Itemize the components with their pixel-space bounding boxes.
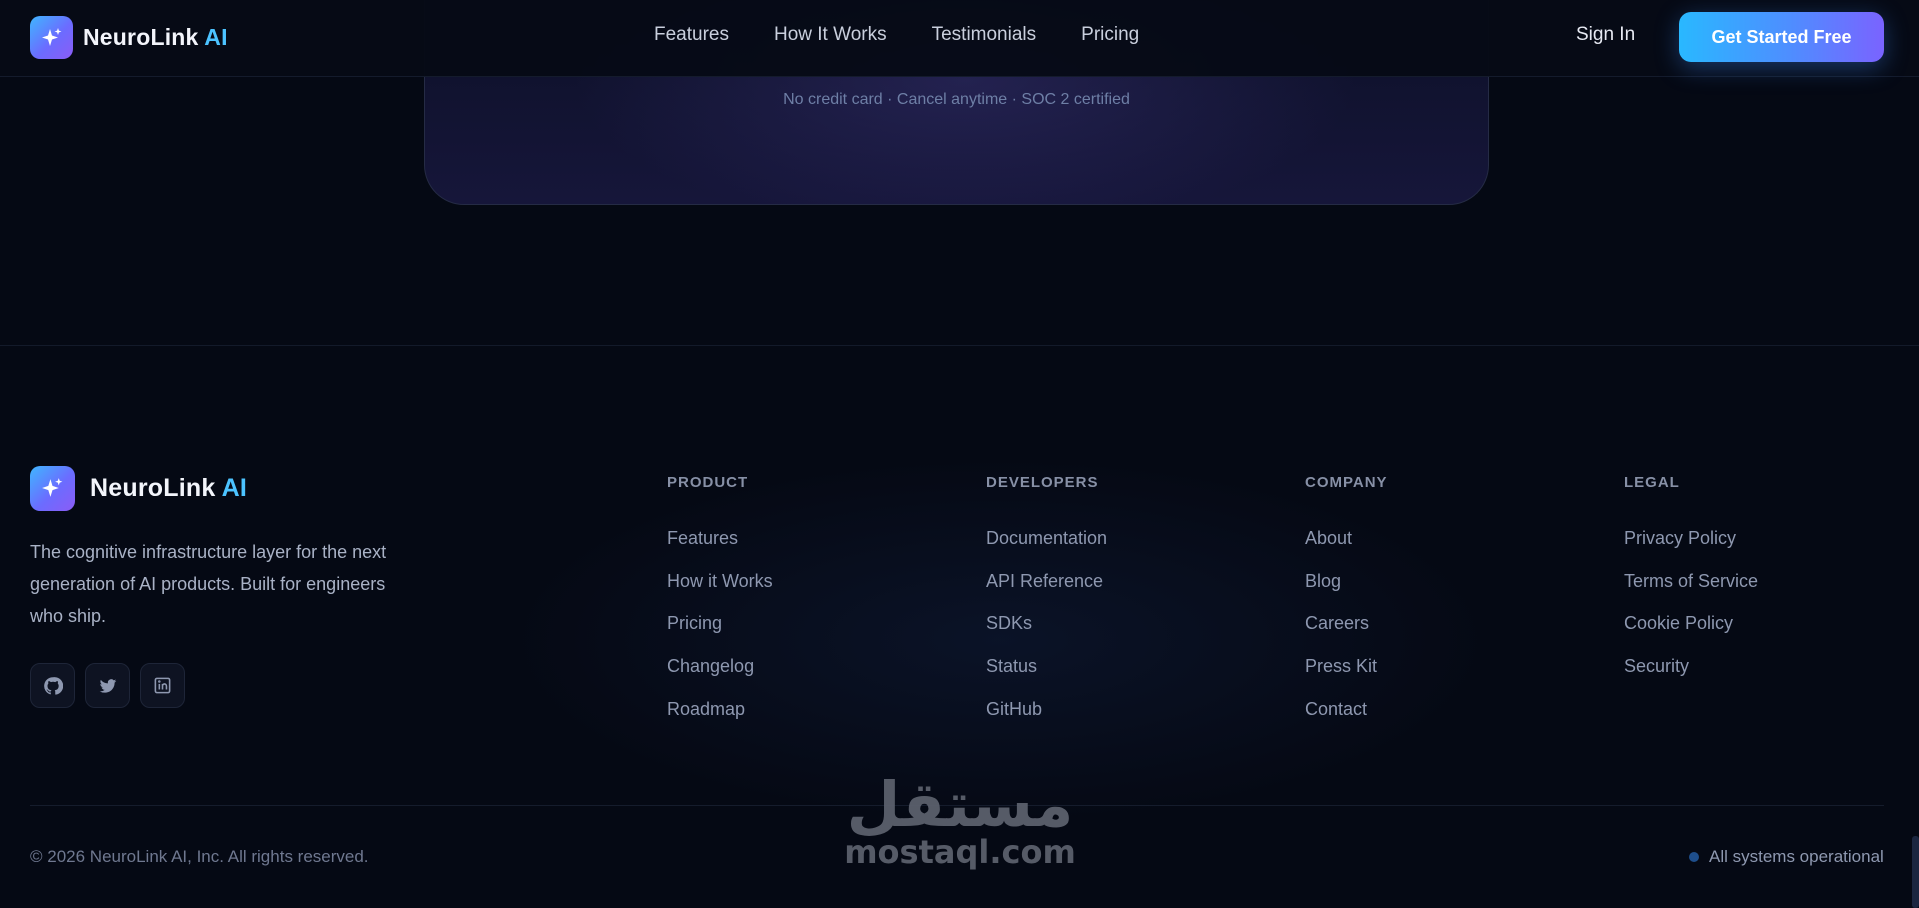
system-status[interactable]: All systems operational [1689, 847, 1884, 867]
twitter-button[interactable] [85, 663, 130, 708]
footer-link-careers[interactable]: Careers [1305, 613, 1369, 634]
watermark-latin: mostaql.com [844, 833, 1076, 871]
footer-link-press-kit[interactable]: Press Kit [1305, 656, 1377, 677]
column-heading: PRODUCT [667, 474, 749, 491]
footer-link-blog[interactable]: Blog [1305, 571, 1341, 592]
footer-link-cookie-policy[interactable]: Cookie Policy [1624, 613, 1733, 634]
landing-page: No credit card · Cancel anytime · SOC 2 … [0, 0, 1919, 908]
footer-link-pricing[interactable]: Pricing [667, 613, 722, 634]
footer-link-features[interactable]: Features [667, 528, 738, 549]
watermark-arabic: مستقل [846, 768, 1074, 841]
nav-link-how-it-works[interactable]: How It Works [774, 24, 887, 46]
brand-name: NeuroLink AI [83, 24, 228, 50]
footer-link-api-reference[interactable]: API Reference [986, 571, 1103, 592]
footer-link-status[interactable]: Status [986, 656, 1037, 677]
footer-logo[interactable]: NeuroLink AI [30, 466, 247, 511]
footer-link-sdks[interactable]: SDKs [986, 613, 1032, 634]
footer-column-company: COMPANY About Blog Careers Press Kit Con… [1305, 474, 1388, 719]
linkedin-icon [154, 677, 171, 694]
nav-link-features[interactable]: Features [654, 24, 729, 46]
column-heading: COMPANY [1305, 474, 1388, 491]
column-heading: DEVELOPERS [986, 474, 1099, 491]
footer-brand-name: NeuroLink AI [90, 474, 248, 502]
github-button[interactable] [30, 663, 75, 708]
sparkles-icon [30, 466, 75, 511]
section-divider [0, 345, 1919, 346]
social-links [30, 663, 195, 708]
footer-link-about[interactable]: About [1305, 528, 1352, 549]
copyright-text: © 2026 NeuroLink AI, Inc. All rights res… [30, 847, 369, 866]
github-icon [43, 676, 63, 695]
footer-link-roadmap[interactable]: Roadmap [667, 699, 745, 720]
footer-link-terms-of-service[interactable]: Terms of Service [1624, 571, 1758, 592]
linkedin-button[interactable] [140, 663, 185, 708]
sign-in-link[interactable]: Sign In [1576, 24, 1635, 46]
nav-link-testimonials[interactable]: Testimonials [932, 24, 1037, 46]
nav-link-pricing[interactable]: Pricing [1081, 24, 1139, 46]
scrollbar-thumb[interactable] [1912, 836, 1919, 908]
footer-link-how-it-works[interactable]: How it Works [667, 571, 773, 592]
footer-link-github[interactable]: GitHub [986, 699, 1042, 720]
footer-column-developers: DEVELOPERS Documentation API Reference S… [986, 474, 1107, 719]
footer-link-changelog[interactable]: Changelog [667, 656, 754, 677]
column-heading: LEGAL [1624, 474, 1680, 491]
footer-tagline: The cognitive infrastructure layer for t… [30, 542, 387, 626]
status-text: All systems operational [1709, 847, 1884, 866]
sparkles-icon [30, 16, 73, 59]
footer-link-documentation[interactable]: Documentation [986, 528, 1107, 549]
footer-link-contact[interactable]: Contact [1305, 699, 1367, 720]
footer-link-privacy-policy[interactable]: Privacy Policy [1624, 528, 1736, 549]
top-navbar: NeuroLink AI Features How It Works Testi… [0, 0, 1919, 77]
cta-note: No credit card · Cancel anytime · SOC 2 … [783, 91, 1130, 108]
footer-column-product: PRODUCT Features How it Works Pricing Ch… [667, 474, 773, 719]
twitter-icon [99, 678, 116, 693]
status-dot-icon [1689, 852, 1699, 862]
watermark: مستقل mostaql.com [843, 768, 1077, 871]
footer-link-security[interactable]: Security [1624, 656, 1689, 677]
get-started-button[interactable]: Get Started Free [1679, 12, 1884, 62]
nav-logo[interactable]: NeuroLink AI [30, 16, 228, 59]
footer-column-legal: LEGAL Privacy Policy Terms of Service Co… [1624, 474, 1758, 676]
nav-links: Features How It Works Testimonials Prici… [654, 24, 1184, 46]
